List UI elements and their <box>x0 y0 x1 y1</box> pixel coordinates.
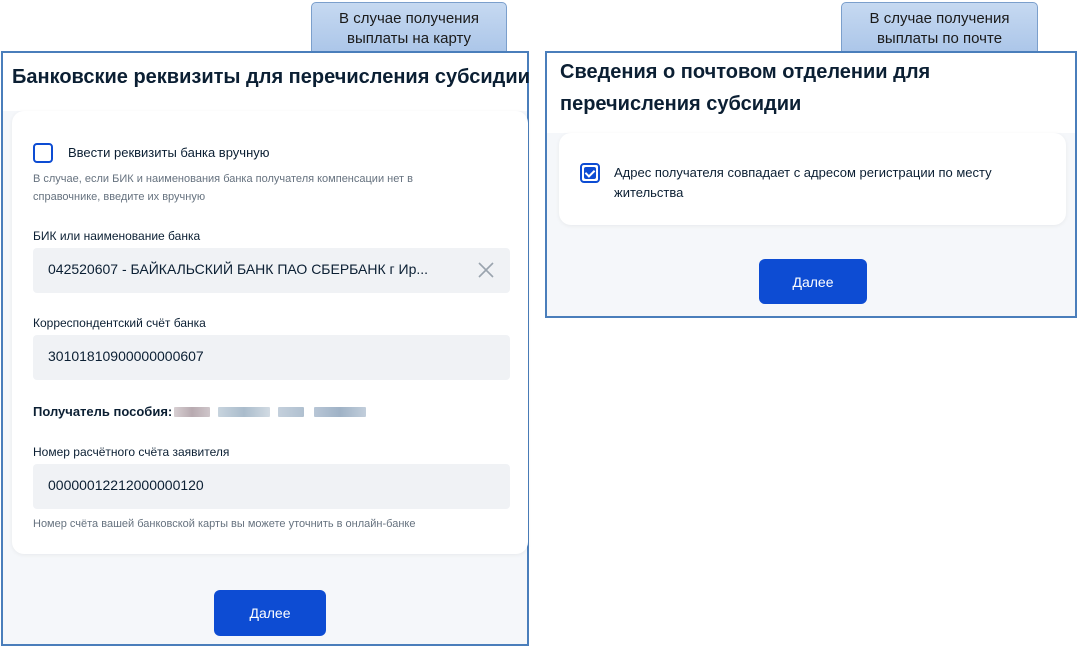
bank-details-title: Банковские реквизиты для перечисления су… <box>12 66 530 88</box>
corr-account-label: Корреспондентский счёт банка <box>33 316 206 330</box>
address-match-label[interactable]: Адрес получателя совпадает с адресом рег… <box>614 163 1034 203</box>
postal-details-panel: Сведения о почтовом отделении для перечи… <box>545 51 1077 318</box>
account-input[interactable]: 00000012212000000120 <box>33 464 510 509</box>
account-label: Номер расчётного счёта заявителя <box>33 445 230 459</box>
bik-input[interactable]: 042520607 - БАЙКАЛЬСКИЙ БАНК ПАО СБЕРБАН… <box>33 248 510 293</box>
postal-details-title: Сведения о почтовом отделении для перечи… <box>560 61 931 115</box>
bik-label: БИК или наименование банка <box>33 229 201 243</box>
check-icon <box>584 167 596 179</box>
corr-account-value: 30101810900000000607 <box>48 348 204 364</box>
bik-value: 042520607 - БАЙКАЛЬСКИЙ БАНК ПАО СБЕРБАН… <box>48 261 429 277</box>
bank-details-header: Банковские реквизиты для перечисления су… <box>3 53 530 111</box>
postal-details-card: Адрес получателя совпадает с адресом рег… <box>559 133 1066 225</box>
postal-next-button[interactable]: Далее <box>759 259 867 304</box>
manual-entry-checkbox[interactable] <box>33 143 53 163</box>
manual-entry-label[interactable]: Ввести реквизиты банка вручную <box>68 143 270 163</box>
account-value: 00000012212000000120 <box>48 477 204 493</box>
postal-details-header: Сведения о почтовом отделении для перечи… <box>547 53 1075 133</box>
recipient-label: Получатель пособия: <box>33 404 173 419</box>
manual-entry-hint: В случае, если БИК и наименования банка … <box>33 173 413 203</box>
close-icon[interactable] <box>476 260 496 280</box>
bank-details-panel: Банковские реквизиты для перечисления су… <box>1 51 530 646</box>
bank-details-card: Ввести реквизиты банка вручную В случае,… <box>12 111 528 554</box>
bank-next-button[interactable]: Далее <box>214 590 326 636</box>
address-match-checkbox[interactable] <box>580 163 600 183</box>
account-hint: Номер счёта вашей банковской карты вы мо… <box>33 518 416 530</box>
corr-account-input[interactable]: 30101810900000000607 <box>33 335 510 380</box>
callout-postal-payment: В случае получения выплаты по почте <box>841 2 1038 58</box>
callout-card-payment: В случае получения выплаты на карту <box>311 2 507 58</box>
